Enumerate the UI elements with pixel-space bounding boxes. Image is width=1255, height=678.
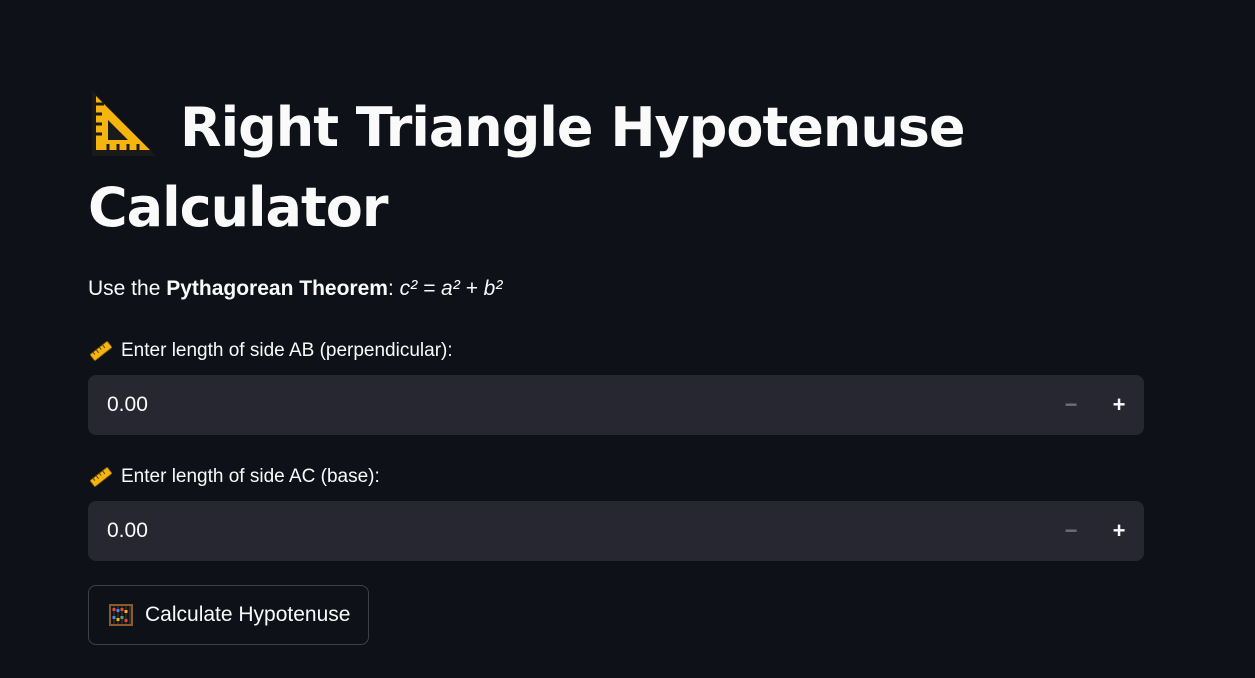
side-ac-label: Enter length of side AC (base): — [90, 464, 380, 490]
plus-icon: + — [1112, 518, 1126, 543]
side-ab-increment-button[interactable]: + — [1099, 385, 1139, 425]
straight-ruler-icon — [90, 341, 112, 361]
side-ab-label-text: Enter length of side AB (perpendicular): — [121, 340, 453, 361]
intro-bold: Pythagorean Theorem — [166, 277, 388, 300]
plus-icon: + — [1112, 392, 1126, 417]
page-title: Right Triangle Hypotenuse Calculator — [88, 88, 1088, 248]
triangular-ruler-icon — [92, 90, 156, 156]
minus-icon: − — [1064, 392, 1078, 417]
abacus-icon — [109, 604, 133, 626]
side-ab-label: Enter length of side AB (perpendicular): — [90, 338, 453, 364]
side-ac-number-input: − + — [88, 501, 1144, 561]
intro-prefix: Use the — [88, 277, 167, 300]
side-ac-decrement-button[interactable]: − — [1051, 511, 1091, 551]
intro-text: Use the Pythagorean Theorem: c² = a² + b… — [88, 274, 502, 304]
side-ac-input[interactable] — [107, 501, 1007, 561]
intro-colon: : — [387, 277, 400, 300]
side-ab-decrement-button[interactable]: − — [1051, 385, 1091, 425]
calculate-hypotenuse-button[interactable]: Calculate Hypotenuse — [88, 585, 370, 645]
calculate-button-label: Calculate Hypotenuse — [145, 603, 351, 626]
side-ab-input[interactable] — [107, 375, 1007, 435]
intro-formula: c² = a² + b² — [399, 277, 503, 300]
side-ac-label-text: Enter length of side AC (base): — [121, 466, 380, 487]
side-ab-number-input: − + — [88, 375, 1144, 435]
page-title-text: Right Triangle Hypotenuse Calculator — [88, 96, 966, 239]
side-ac-increment-button[interactable]: + — [1099, 511, 1139, 551]
minus-icon: − — [1064, 518, 1078, 543]
straight-ruler-icon — [90, 467, 112, 487]
